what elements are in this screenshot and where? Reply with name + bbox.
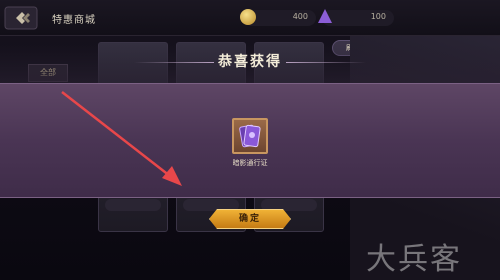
watermark: 大兵客 bbox=[366, 242, 462, 277]
reward-item-name: 暗影通行证 bbox=[232, 159, 268, 167]
coin-balance: 400 bbox=[240, 9, 316, 26]
top-bar: 特惠商城 400 100 bbox=[0, 0, 500, 36]
coin-value: 400 bbox=[292, 12, 308, 21]
back-icon bbox=[4, 6, 38, 30]
gem-value: 100 bbox=[370, 12, 386, 21]
reward-item[interactable] bbox=[232, 118, 268, 154]
gem-icon bbox=[318, 9, 332, 23]
back-button[interactable] bbox=[4, 6, 38, 30]
coin-icon bbox=[240, 9, 256, 25]
confirm-button[interactable]: 确定 bbox=[209, 209, 291, 229]
shadow-pass-icon bbox=[239, 124, 261, 148]
modal-title: 恭喜获得 bbox=[218, 54, 282, 70]
gem-balance: 100 bbox=[318, 9, 394, 26]
page-title: 特惠商城 bbox=[52, 15, 96, 26]
card-price-bar bbox=[105, 199, 161, 211]
